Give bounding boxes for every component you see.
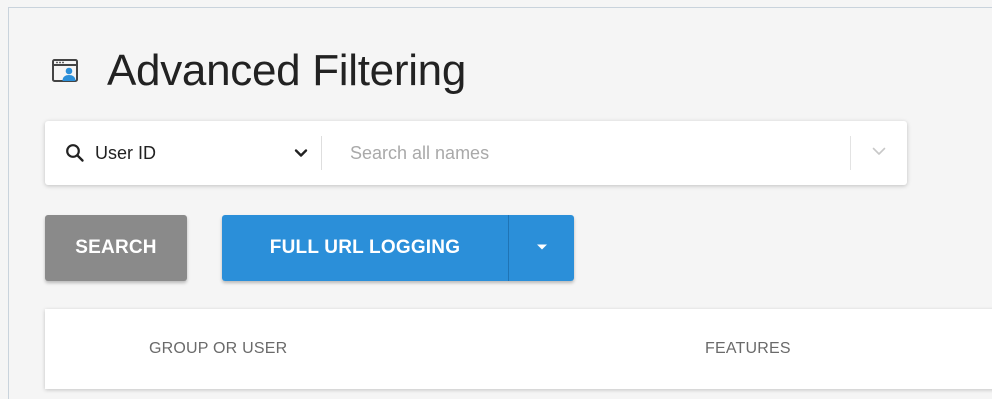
page-title: Advanced Filtering <box>107 46 467 95</box>
page-header: Advanced Filtering <box>45 36 466 106</box>
field-selector[interactable]: User ID <box>95 135 317 171</box>
full-url-logging-button[interactable]: FULL URL LOGGING <box>222 215 508 281</box>
full-url-logging-menu-button[interactable] <box>509 215 574 281</box>
search-divider <box>321 136 322 170</box>
search-bar: User ID <box>45 121 907 185</box>
chevron-down-icon <box>293 145 309 161</box>
results-table: GROUP OR USER FEATURES <box>45 309 992 389</box>
search-names-input[interactable] <box>348 132 850 174</box>
column-header-features[interactable]: FEATURES <box>705 340 791 358</box>
chevron-down-icon <box>870 142 888 165</box>
column-header-group-or-user[interactable]: GROUP OR USER <box>149 340 287 358</box>
field-selector-value: User ID <box>95 142 157 163</box>
app-frame: Advanced Filtering User ID Search all na… <box>8 7 992 399</box>
names-dropdown-toggle[interactable] <box>851 133 907 173</box>
search-icon <box>65 143 85 163</box>
caret-down-icon <box>535 239 549 257</box>
window-user-icon <box>51 56 81 86</box>
search-button[interactable]: SEARCH <box>45 215 187 281</box>
full-url-logging-split-button: FULL URL LOGGING <box>222 215 574 281</box>
